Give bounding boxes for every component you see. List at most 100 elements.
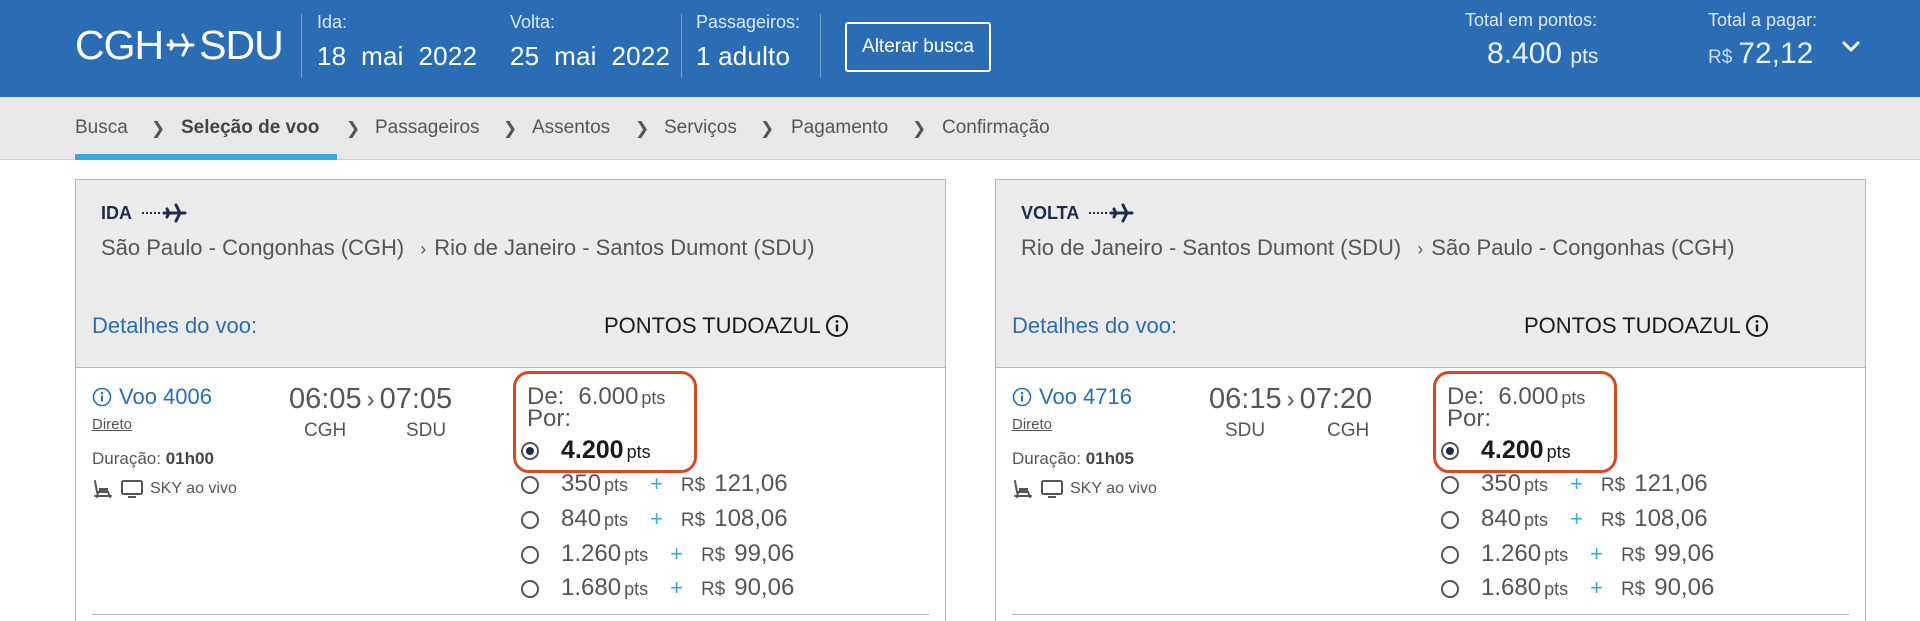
option-points: 840 xyxy=(1481,505,1522,532)
breadcrumb-step-busca[interactable]: Busca xyxy=(75,117,128,139)
passageiros-field: Passageiros: 1 adulto xyxy=(696,12,800,72)
total-pontos-value: 8.400 xyxy=(1487,37,1563,70)
arrive-airport: CGH xyxy=(1327,420,1370,441)
fare-radio[interactable] xyxy=(521,580,539,598)
fare-radio[interactable] xyxy=(521,511,539,529)
fare-option[interactable]: 840 pts + R$ 108,06 xyxy=(1481,505,1708,533)
arrive-time: 07:20 xyxy=(1299,383,1373,415)
duration-label: Duração: xyxy=(1012,449,1081,468)
duration-value: 01h05 xyxy=(1085,449,1134,468)
fare-option-selected[interactable]: 4.200 pts xyxy=(561,436,651,465)
de-value: 6.000 xyxy=(1498,383,1559,410)
chevron-right-icon: ❯ xyxy=(151,119,166,138)
fare-option[interactable]: 1.680 pts + R$ 90,06 xyxy=(1481,574,1714,602)
points-unit: pts xyxy=(626,442,651,462)
flight-number: Voo 4716 xyxy=(1039,384,1132,409)
total-pagar-currency: R$ xyxy=(1708,47,1733,68)
option-currency: R$ xyxy=(680,510,706,531)
passageiros-value: 1 adulto xyxy=(696,41,791,71)
breadcrumb-step-selecao-de-voo[interactable]: Seleção de voo xyxy=(181,117,319,139)
chevron-right-icon: ❯ xyxy=(912,119,927,138)
option-amount: 99,06 xyxy=(734,540,795,567)
plane-route-icon xyxy=(1087,202,1135,224)
fare-radio[interactable] xyxy=(1441,580,1459,598)
arrive-airport: SDU xyxy=(406,420,447,441)
leg-to: São Paulo - Congonhas (CGH) xyxy=(1431,235,1735,260)
chevron-down-icon[interactable] xyxy=(1842,40,1860,58)
leg-from: Rio de Janeiro - Santos Dumont (SDU) xyxy=(1021,235,1402,260)
fare-radio[interactable] xyxy=(521,546,539,564)
direction-text: VOLTA xyxy=(1021,202,1080,223)
pontos-tudoazul-label: PONTOS TUDOAZUL xyxy=(604,313,821,338)
plane-icon xyxy=(166,32,196,58)
duration-label: Duração: xyxy=(92,449,161,468)
chevron-right-icon: ❯ xyxy=(503,119,518,138)
flight-number-link[interactable]: Voo 4006 xyxy=(92,384,212,410)
route-legs: Rio de Janeiro - Santos Dumont (SDU) › São… xyxy=(1021,235,1735,261)
option-points: 350 xyxy=(1481,470,1522,497)
points-unit: pts xyxy=(1544,579,1569,599)
duration-value: 01h00 xyxy=(165,449,214,468)
depart-time: 06:15 xyxy=(1209,383,1282,415)
stop-type-link[interactable]: Direto xyxy=(92,416,132,433)
plus-sign: + xyxy=(1590,575,1603,600)
pontos-tudoazul-label: PONTOS TUDOAZUL xyxy=(1524,313,1741,338)
fare-option[interactable]: 1.260 pts + R$ 99,06 xyxy=(1481,540,1714,568)
points-unit: pts xyxy=(1524,510,1549,530)
option-currency: R$ xyxy=(1620,545,1646,566)
selected-points: 4.200 xyxy=(1481,436,1544,464)
total-pagar-label: Total a pagar: xyxy=(1708,10,1818,30)
plus-sign: + xyxy=(1570,471,1583,496)
option-currency: R$ xyxy=(1600,510,1626,531)
fare-radio-selected[interactable] xyxy=(521,442,539,460)
plus-sign: + xyxy=(1570,506,1583,531)
seat-icon xyxy=(92,479,114,499)
fare-radio-selected[interactable] xyxy=(1441,442,1459,460)
por-label: Por: xyxy=(527,405,572,432)
destination-code: SDU xyxy=(199,21,284,68)
leg-to: Rio de Janeiro - Santos Dumont (SDU) xyxy=(434,235,815,260)
fare-option[interactable]: 840 pts + R$ 108,06 xyxy=(561,505,788,533)
points-unit: pts xyxy=(624,545,649,565)
total-pagar-amount: R$ 72,12 xyxy=(1708,37,1817,71)
flight-number: Voo 4006 xyxy=(119,384,212,409)
row-divider xyxy=(1012,614,1849,615)
fare-option[interactable]: 350 pts + R$ 121,06 xyxy=(561,470,788,498)
fare-option-selected[interactable]: 4.200 pts xyxy=(1481,436,1571,465)
points-unit: pts xyxy=(1546,442,1571,462)
plane-route-icon xyxy=(140,202,188,224)
top-header: CGH SDU Ida: 18 mai 2022 Volta: 25 mai 2… xyxy=(0,0,1920,97)
passageiros-label: Passageiros: xyxy=(696,12,801,32)
fare-option[interactable]: 1.260 pts + R$ 99,06 xyxy=(561,540,794,568)
tv-icon xyxy=(120,479,144,499)
active-step-indicator xyxy=(75,154,337,160)
fare-radio[interactable] xyxy=(521,476,539,494)
volta-field: Volta: 25 mai 2022 xyxy=(510,12,670,72)
alterar-busca-button[interactable]: Alterar busca xyxy=(845,22,991,72)
leg-from: São Paulo - Congonhas (CGH) xyxy=(101,235,405,260)
fare-radio[interactable] xyxy=(1441,546,1459,564)
flight-number-link[interactable]: Voo 4716 xyxy=(1012,384,1132,410)
seat-icon xyxy=(1012,479,1034,499)
duration: Duração: 01h00 xyxy=(92,449,214,469)
breadcrumb-step-assentos: Assentos xyxy=(532,117,611,138)
fare-radio[interactable] xyxy=(1441,476,1459,494)
fare-option[interactable]: 1.680 pts + R$ 90,06 xyxy=(561,574,794,602)
option-amount: 108,06 xyxy=(714,505,788,532)
amenities: SKY ao vivo xyxy=(1012,479,1157,499)
fare-option[interactable]: 350 pts + R$ 121,06 xyxy=(1481,470,1708,498)
amenities: SKY ao vivo xyxy=(92,479,237,499)
info-icon[interactable] xyxy=(825,314,849,338)
de-unit: pts xyxy=(641,388,666,408)
points-unit: pts xyxy=(604,475,629,495)
ida-label: Ida: xyxy=(317,12,348,32)
fare-radio[interactable] xyxy=(1441,511,1459,529)
option-amount: 121,06 xyxy=(714,470,788,497)
card-header: IDA São Paulo - Congonhas (CGH) › Rio de J… xyxy=(76,180,945,368)
info-icon[interactable] xyxy=(1745,314,1769,338)
option-currency: R$ xyxy=(1620,579,1646,600)
flight-card-volta: VOLTA Rio de Janeiro - Santos Dumont (SD… xyxy=(995,179,1866,621)
stop-type-link[interactable]: Direto xyxy=(1012,416,1052,433)
chevron-right-icon: › xyxy=(1286,385,1295,413)
direction-label: VOLTA xyxy=(1021,202,1135,224)
